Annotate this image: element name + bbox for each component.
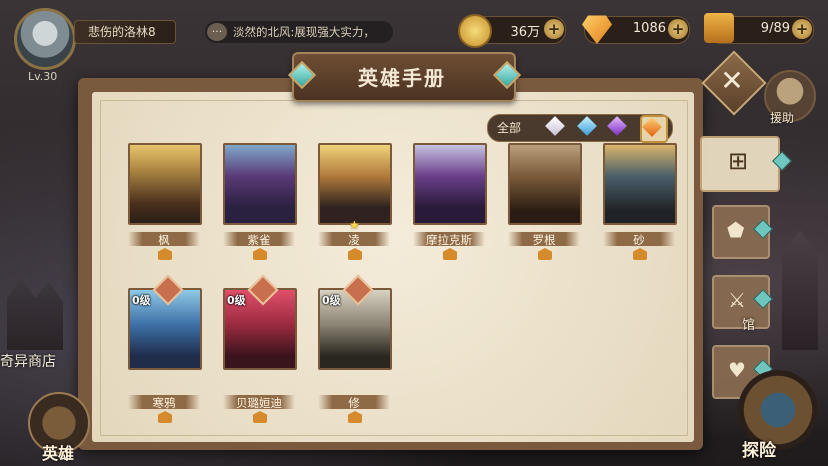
player-avatar[interactable]: [14, 8, 76, 70]
gold-value: 36万: [510, 25, 540, 40]
gold-coin-icon: [458, 14, 492, 48]
player-name: 悲伤的洛林8: [88, 25, 156, 39]
hero-level-badge: 0级: [322, 294, 341, 307]
hero-name: 砂: [633, 233, 645, 247]
hero-card-sha[interactable]: [603, 143, 677, 225]
grid-icon: ⊞: [728, 147, 749, 175]
close-icon[interactable]: ✕: [711, 60, 753, 102]
sword-icon: ⚔: [728, 288, 746, 312]
chat-message: 淡然的北风:展现强大实力，: [233, 25, 375, 39]
help-label: 援助: [770, 111, 795, 125]
shield-icon: ⬟: [727, 218, 745, 242]
hero-name: 摩拉克斯: [426, 233, 472, 247]
hero-name: 枫: [158, 233, 170, 247]
hero-level-badge: 0级: [132, 294, 151, 307]
hero-nav-label[interactable]: 英雄: [42, 440, 74, 464]
add-diamond-button[interactable]: +: [668, 19, 688, 39]
diamond-value: 1086: [632, 21, 666, 36]
hero-card-luogen[interactable]: [508, 143, 582, 225]
add-gold-button[interactable]: +: [544, 19, 564, 39]
hero-card-molakesi[interactable]: [413, 143, 487, 225]
hero-level-badge: 0级: [227, 294, 246, 307]
hero-card-ling[interactable]: [318, 143, 392, 225]
star-icon: ★: [349, 218, 360, 232]
panel-title: 英雄手册: [358, 66, 446, 90]
player-level: Lv.30: [28, 70, 58, 83]
trophy-icon: [704, 13, 734, 43]
filter-all-button[interactable]: 全部: [497, 119, 521, 136]
hero-name: 寒鸦: [152, 396, 176, 410]
hero-name: 紫雀: [247, 233, 271, 247]
hero-card-feng[interactable]: [128, 143, 202, 225]
add-stamina-button[interactable]: +: [792, 19, 812, 39]
hero-card-ziqiao[interactable]: [223, 143, 297, 225]
hero-name: 修: [348, 396, 360, 410]
arena-label[interactable]: 馆: [742, 314, 755, 333]
heart-icon: ♥: [728, 358, 746, 382]
strange-shop-label[interactable]: 奇异商店: [0, 351, 56, 371]
chat-bubble-icon: ···: [207, 23, 227, 41]
stamina-value: 9/89: [760, 21, 790, 36]
explore-label[interactable]: 探险: [742, 436, 776, 461]
hero-name: 贝璐姮迪: [236, 396, 282, 410]
hero-name: 凌: [348, 233, 360, 247]
hero-name: 罗根: [532, 233, 556, 247]
